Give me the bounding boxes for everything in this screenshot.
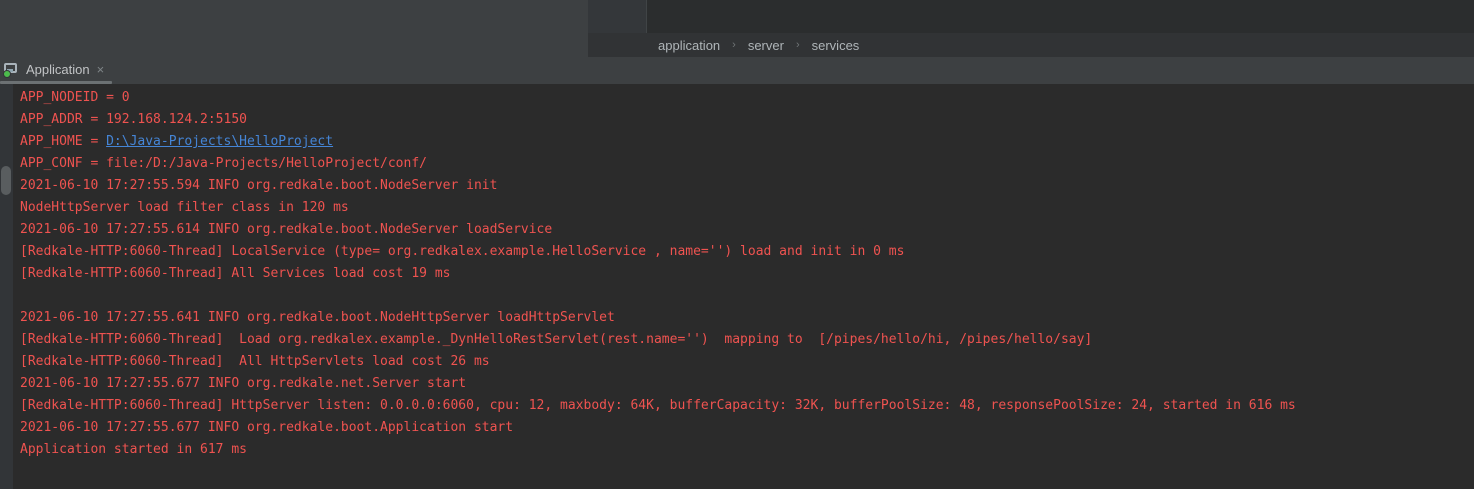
console-line [20,285,1296,307]
console-line: 2021-06-10 17:27:55.677 INFO org.redkale… [20,373,1296,395]
close-icon[interactable]: × [97,63,105,76]
console-line: 2021-06-10 17:27:55.641 INFO org.redkale… [20,307,1296,329]
console-line: Application started in 617 ms [20,439,1296,461]
console-line: [Redkale-HTTP:6060-Thread] LocalService … [20,241,1296,263]
console-log-lines: APP_NODEID = 0 APP_ADDR = 192.168.124.2:5… [20,87,1296,461]
log-text: [Redkale-HTTP:6060-Thread] LocalService … [20,244,904,259]
tab-application[interactable]: Application × [0,57,110,81]
log-text: Application started in 617 ms [20,442,247,457]
editor-header-strip [588,0,1474,33]
log-text: [Redkale-HTTP:6060-Thread] HttpServer li… [20,398,1296,413]
console-line: [Redkale-HTTP:6060-Thread] All HttpServl… [20,351,1296,373]
run-tool-window-tab-bar: Application × [0,57,1474,84]
gutter-scroll-thumb[interactable] [1,166,11,195]
console-icon [3,62,20,76]
log-text: APP_CONF = file:/D:/Java-Projects/HelloP… [20,156,427,171]
log-text: [Redkale-HTTP:6060-Thread] Load org.redk… [20,332,1092,347]
console-line: [Redkale-HTTP:6060-Thread] All Services … [20,263,1296,285]
ide-window: { "colors": { "console_bg": "#2B2B2B", "… [0,0,1474,489]
chevron-right-icon: › [732,39,736,51]
log-text: [Redkale-HTTP:6060-Thread] All Services … [20,266,450,281]
file-link[interactable]: D:\Java-Projects\HelloProject [106,134,333,149]
console-line: NodeHttpServer load filter class in 120 … [20,197,1296,219]
log-text: [Redkale-HTTP:6060-Thread] All HttpServl… [20,354,490,369]
console-line: 2021-06-10 17:27:55.677 INFO org.redkale… [20,417,1296,439]
breadcrumb: application › server › services [588,33,1474,57]
tab-application-label: Application [26,62,90,77]
console-output-panel[interactable]: APP_NODEID = 0 APP_ADDR = 192.168.124.2:5… [0,84,1474,489]
console-line: APP_ADDR = 192.168.124.2:5150 [20,109,1296,131]
console-line: 2021-06-10 17:27:55.614 INFO org.redkale… [20,219,1296,241]
log-text: NodeHttpServer load filter class in 120 … [20,200,349,215]
editor-header-segment [588,0,647,33]
log-text: 2021-06-10 17:27:55.677 INFO org.redkale… [20,420,513,435]
log-text: APP_ADDR = 192.168.124.2:5150 [20,112,247,127]
log-text: 2021-06-10 17:27:55.614 INFO org.redkale… [20,222,552,237]
console-line: APP_NODEID = 0 [20,87,1296,109]
console-gutter [0,84,13,489]
log-text: APP_HOME = [20,134,106,149]
running-indicator-icon [3,70,11,78]
console-line: [Redkale-HTTP:6060-Thread] Load org.redk… [20,329,1296,351]
log-text: APP_NODEID = 0 [20,90,130,105]
console-line: APP_CONF = file:/D:/Java-Projects/HelloP… [20,153,1296,175]
breadcrumb-item-application[interactable]: application [658,38,720,53]
console-line: APP_HOME = D:\Java-Projects\HelloProject [20,131,1296,153]
editor-area-placeholder [0,0,588,57]
breadcrumb-item-server[interactable]: server [748,38,784,53]
log-text: 2021-06-10 17:27:55.641 INFO org.redkale… [20,310,615,325]
console-line: [Redkale-HTTP:6060-Thread] HttpServer li… [20,395,1296,417]
breadcrumb-item-services[interactable]: services [812,38,860,53]
chevron-right-icon: › [796,39,800,51]
log-text: 2021-06-10 17:27:55.594 INFO org.redkale… [20,178,497,193]
console-line: 2021-06-10 17:27:55.594 INFO org.redkale… [20,175,1296,197]
log-text: 2021-06-10 17:27:55.677 INFO org.redkale… [20,376,466,391]
